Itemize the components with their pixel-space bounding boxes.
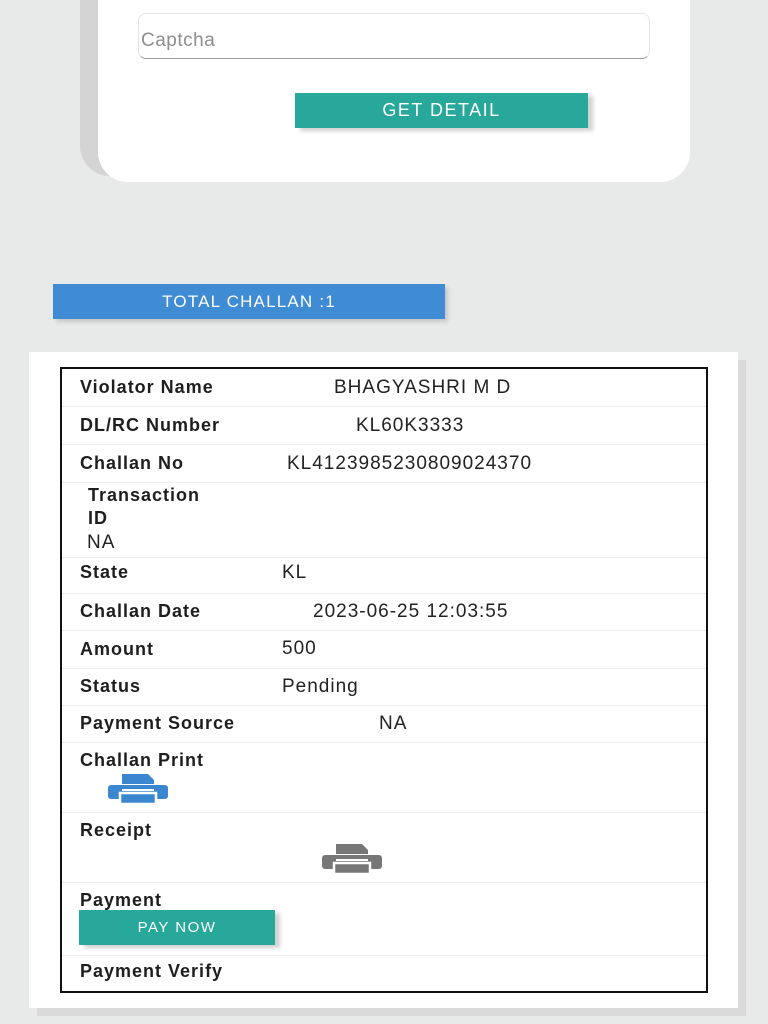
challan-date-value: 2023-06-25 12:03:55 <box>313 601 509 622</box>
challan-print-printer-icon[interactable] <box>108 774 168 804</box>
row-receipt: Receipt <box>62 812 706 883</box>
payment-source-value: NA <box>379 713 408 734</box>
transaction-label-line2: ID <box>88 508 108 528</box>
status-value: Pending <box>282 676 359 697</box>
state-value: KL <box>282 562 308 583</box>
get-detail-button[interactable]: GET DETAIL <box>295 93 588 128</box>
transaction-id-value: NA <box>87 532 116 553</box>
status-label: Status <box>80 676 142 696</box>
row-dl-rc-number: DL/RC Number KL60K3333 <box>62 406 706 445</box>
pay-now-button[interactable]: PAY NOW <box>79 910 275 945</box>
state-label: State <box>80 562 130 582</box>
payment-label: Payment <box>80 890 163 910</box>
receipt-label: Receipt <box>80 820 153 840</box>
row-payment-source: Payment Source NA <box>62 705 706 743</box>
dl-rc-label: DL/RC Number <box>80 415 221 435</box>
payment-verify-label: Payment Verify <box>80 961 224 981</box>
violator-name-label: Violator Name <box>80 377 214 397</box>
row-challan-date: Challan Date 2023-06-25 12:03:55 <box>62 593 706 631</box>
row-challan-print: Challan Print <box>62 742 706 813</box>
row-violator-name: Violator Name BHAGYASHRI M D <box>62 369 706 407</box>
payment-source-label: Payment Source <box>80 713 236 733</box>
challan-no-value: KL4123985230809024370 <box>287 453 533 474</box>
row-transaction-id: Transaction ID NA <box>62 482 706 558</box>
receipt-printer-icon[interactable] <box>322 844 382 874</box>
dl-rc-value: KL60K3333 <box>356 415 465 436</box>
row-amount: Amount 500 <box>62 630 706 669</box>
amount-value: 500 <box>282 638 317 659</box>
row-payment-verify: Payment Verify <box>62 955 706 993</box>
challan-print-label: Challan Print <box>80 750 205 770</box>
challan-detail-table: Violator Name BHAGYASHRI M D DL/RC Numbe… <box>60 367 708 993</box>
row-status: Status Pending <box>62 668 706 706</box>
violator-name-value: BHAGYASHRI M D <box>334 377 512 398</box>
row-state: State KL <box>62 557 706 594</box>
total-challan-badge: TOTAL CHALLAN :1 <box>53 284 445 319</box>
amount-label: Amount <box>80 639 154 659</box>
captcha-input[interactable] <box>138 13 650 59</box>
challan-date-label: Challan Date <box>80 601 202 621</box>
challan-no-label: Challan No <box>80 453 185 473</box>
total-challan-text: TOTAL CHALLAN :1 <box>162 291 336 311</box>
row-challan-no: Challan No KL4123985230809024370 <box>62 444 706 483</box>
transaction-label-line1: Transaction <box>88 485 201 505</box>
